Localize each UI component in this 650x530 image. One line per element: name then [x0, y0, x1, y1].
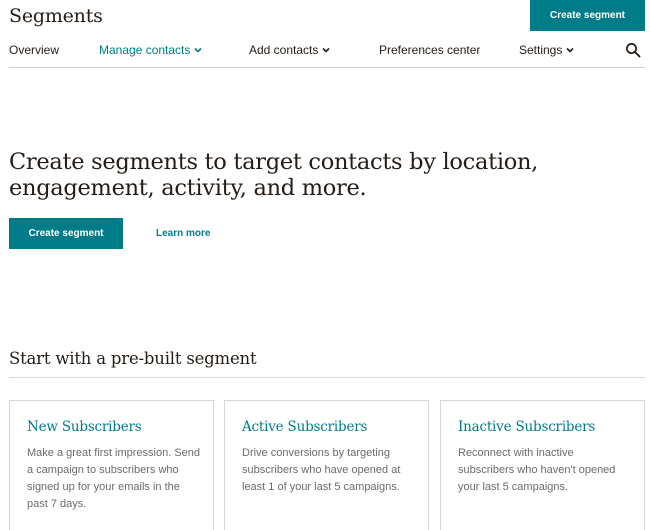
- segment-card-active-subscribers[interactable]: Active Subscribers Drive conversions by …: [224, 400, 429, 530]
- chevron-down-icon: [566, 46, 574, 54]
- page-title: Segments: [9, 5, 103, 27]
- header-create-segment-button[interactable]: Create segment: [530, 0, 645, 31]
- nav-item-preferences-center[interactable]: Preferences center: [379, 43, 480, 57]
- card-description: Drive conversions by targeting subscribe…: [242, 447, 401, 493]
- secondary-nav: Overview Manage contacts Add contacts Pr…: [9, 40, 645, 68]
- section-divider: [9, 377, 645, 378]
- nav-item-label: Manage contacts: [99, 43, 191, 57]
- nav-item-label: Add contacts: [249, 43, 319, 57]
- nav-item-overview[interactable]: Overview: [9, 43, 59, 57]
- card-title[interactable]: New Subscribers: [27, 419, 201, 435]
- card-description: Reconnect with inactive subscribers who …: [458, 447, 616, 493]
- hero-heading: Create segments to target contacts by lo…: [9, 149, 539, 201]
- nav-item-manage-contacts[interactable]: Manage contacts: [99, 43, 202, 57]
- nav-item-settings[interactable]: Settings: [519, 43, 574, 57]
- chevron-down-icon: [322, 46, 330, 54]
- card-description: Make a great first impression. Send a ca…: [27, 447, 201, 510]
- nav-item-add-contacts[interactable]: Add contacts: [249, 43, 330, 57]
- nav-item-label: Preferences center: [379, 43, 481, 57]
- nav-item-label: Overview: [9, 43, 60, 57]
- search-icon[interactable]: [625, 42, 641, 58]
- chevron-down-icon: [194, 46, 202, 54]
- card-title[interactable]: Active Subscribers: [242, 419, 416, 435]
- card-title[interactable]: Inactive Subscribers: [458, 419, 632, 435]
- hero-create-segment-button[interactable]: Create segment: [9, 218, 123, 249]
- prebuilt-section-heading: Start with a pre-built segment: [9, 349, 257, 368]
- learn-more-link[interactable]: Learn more: [156, 228, 210, 239]
- nav-item-label: Settings: [519, 43, 563, 57]
- segment-card-inactive-subscribers[interactable]: Inactive Subscribers Reconnect with inac…: [440, 400, 645, 530]
- segment-card-new-subscribers[interactable]: New Subscribers Make a great first impre…: [9, 400, 214, 530]
